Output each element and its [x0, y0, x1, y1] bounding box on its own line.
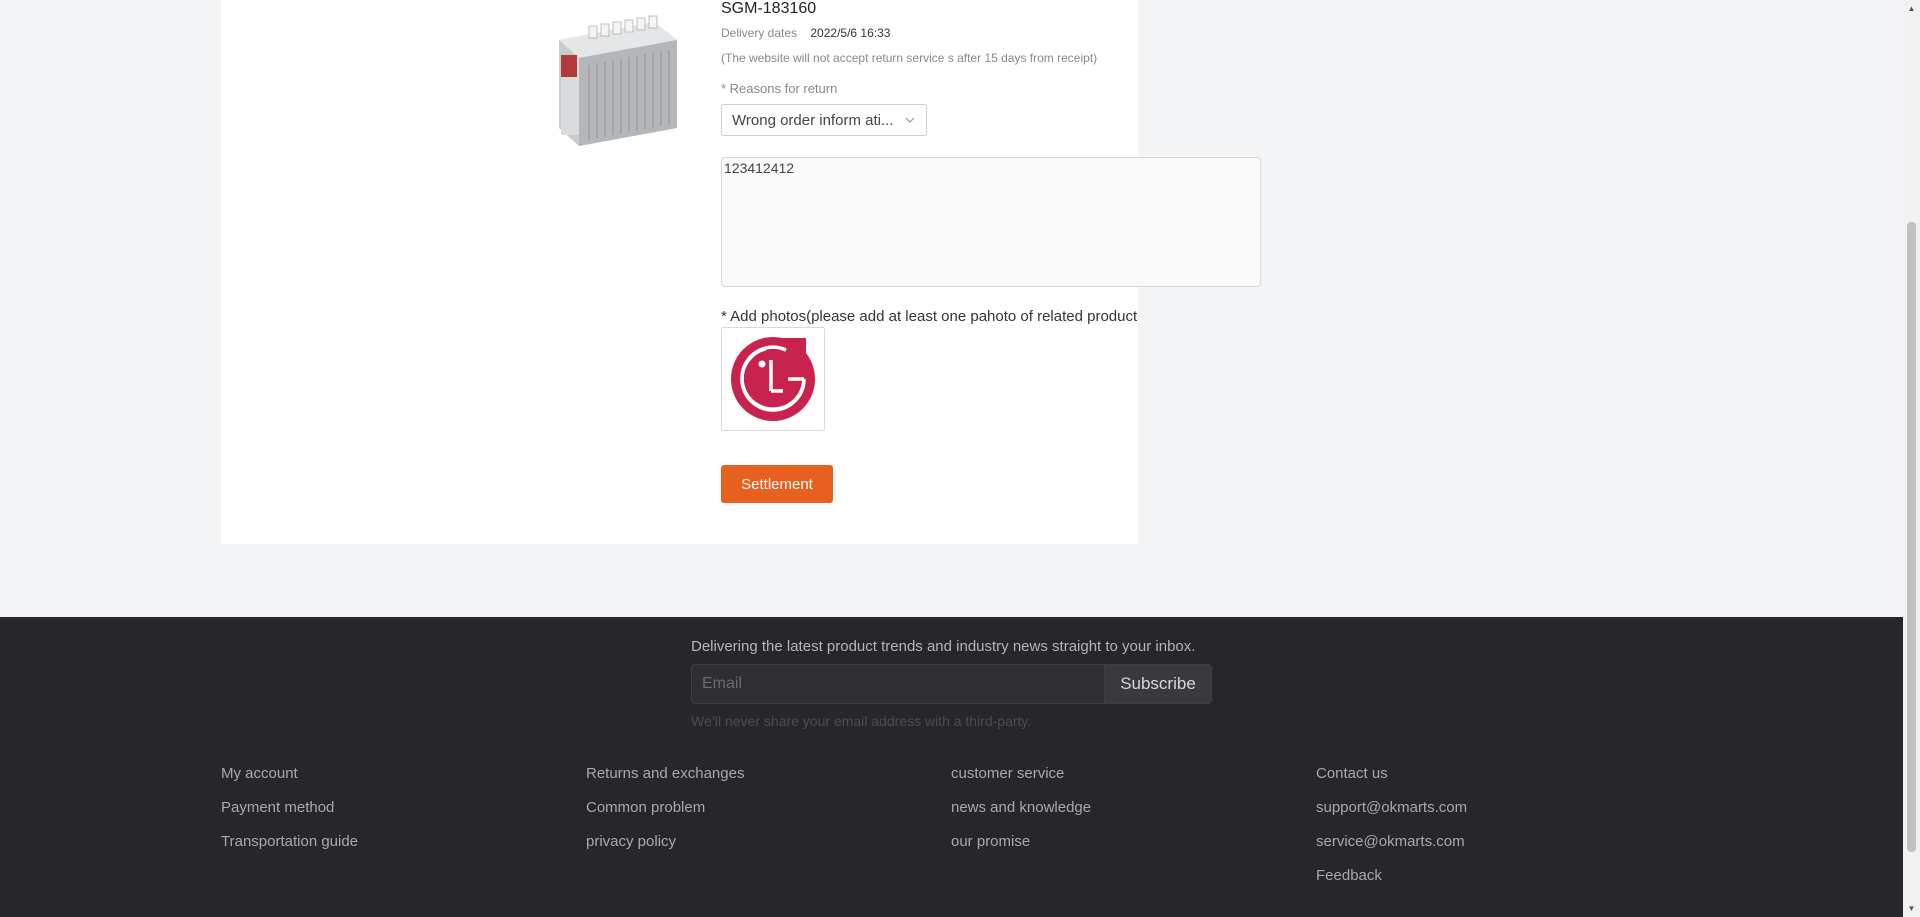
scroll-up-arrow-icon[interactable]: ▲: [1903, 0, 1920, 17]
newsletter-text: Delivering the latest product trends and…: [691, 638, 1196, 655]
reason-select[interactable]: Wrong order inform ati...: [721, 104, 927, 136]
return-policy-note: (The website will not accept return serv…: [721, 51, 1098, 65]
product-sku: SGM-183160: [721, 0, 817, 17]
footer-link-returns[interactable]: Returns and exchanges: [586, 757, 744, 791]
site-footer: Delivering the latest product trends and…: [0, 617, 1903, 917]
footer-link-service-email[interactable]: service@okmarts.com: [1316, 825, 1467, 859]
footer-link-feedback[interactable]: Feedback: [1316, 859, 1467, 893]
delivery-info: Delivery dates 2022/5/6 16:33: [721, 26, 890, 40]
return-description-textarea[interactable]: 123412412: [721, 157, 1261, 287]
footer-column-account: My account Payment method Transportation…: [221, 757, 358, 859]
footer-link-payment-method[interactable]: Payment method: [221, 791, 358, 825]
reason-selected-value: Wrong order inform ati...: [732, 111, 894, 129]
privacy-note: We’ll never share your email address wit…: [691, 713, 1032, 729]
footer-link-customer-service[interactable]: customer service: [951, 757, 1091, 791]
product-image: [549, 0, 685, 146]
newsletter-form: Subscribe: [691, 664, 1212, 704]
return-form-card: SGM-183160 Delivery dates 2022/5/6 16:33…: [221, 0, 1261, 544]
footer-link-news[interactable]: news and knowledge: [951, 791, 1091, 825]
footer-link-my-account[interactable]: My account: [221, 757, 358, 791]
footer-link-common-problem[interactable]: Common problem: [586, 791, 744, 825]
scrollbar-thumb[interactable]: [1907, 222, 1916, 852]
footer-column-service: customer service news and knowledge our …: [951, 757, 1091, 859]
settlement-button[interactable]: Settlement: [721, 465, 833, 503]
reason-label: * Reasons for return: [721, 81, 838, 96]
footer-link-transportation-guide[interactable]: Transportation guide: [221, 825, 358, 859]
subscribe-button[interactable]: Subscribe: [1104, 664, 1212, 704]
uploaded-photo-thumbnail[interactable]: [721, 327, 825, 431]
footer-link-contact-us[interactable]: Contact us: [1316, 757, 1467, 791]
footer-link-privacy-policy[interactable]: privacy policy: [586, 825, 744, 859]
email-input[interactable]: [691, 664, 1104, 704]
chevron-down-icon: [904, 114, 916, 126]
footer-column-help: Returns and exchanges Common problem pri…: [586, 757, 744, 859]
vertical-scrollbar[interactable]: ▲ ▼: [1903, 0, 1920, 917]
footer-column-contact: Contact us support@okmarts.com service@o…: [1316, 757, 1467, 893]
delivery-label: Delivery dates: [721, 26, 798, 40]
scroll-down-arrow-icon[interactable]: ▼: [1903, 900, 1920, 917]
footer-link-support-email[interactable]: support@okmarts.com: [1316, 791, 1467, 825]
footer-link-our-promise[interactable]: our promise: [951, 825, 1091, 859]
delivery-date: 2022/5/6 16:33: [810, 26, 891, 40]
lg-logo-icon: [731, 337, 815, 421]
